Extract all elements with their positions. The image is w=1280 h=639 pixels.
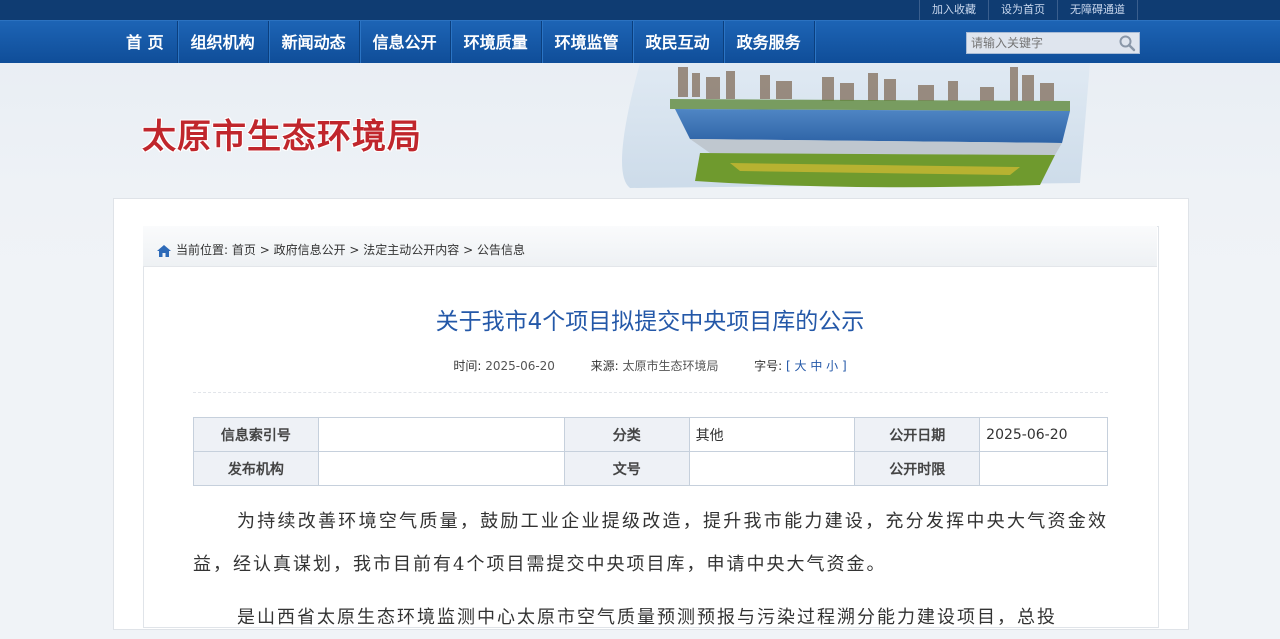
nav-item-news[interactable]: 新闻动态 [269, 21, 360, 64]
set-homepage-link[interactable]: 设为首页 [988, 0, 1057, 20]
breadcrumb-text: 当前位置: 首页 > 政府信息公开 > 法定主动公开内容 > 公告信息 [176, 241, 525, 258]
article-title: 关于我市4个项目拟提交中央项目库的公示 [435, 309, 865, 335]
category-value: 其他 [688, 417, 856, 452]
org-value [317, 451, 565, 486]
accessible-channel-link[interactable]: 无障碍通道 [1057, 0, 1138, 20]
nav-list: 首 页 组织机构 新闻动态 信息公开 环境质量 环境监管 政民互动 政务服务 [113, 21, 815, 64]
period-value [979, 451, 1108, 486]
info-table: 信息索引号 分类 其他 公开日期 2025-06-20 发布机构 文号 公开时限 [193, 417, 1108, 486]
top-utility-bar: 加入收藏 设为首页 无障碍通道 [0, 0, 1280, 20]
article-meta: 时间: 2025-06-20 来源: 太原市生态环境局 字号: [ 大 中 小 … [143, 357, 1157, 374]
period-label: 公开时限 [854, 451, 981, 486]
nav-item-home[interactable]: 首 页 [113, 21, 178, 64]
breadcrumb-separator: > [345, 243, 364, 257]
search-icon[interactable] [1118, 34, 1136, 52]
nav-item-interaction[interactable]: 政民互动 [633, 21, 724, 64]
table-row: 信息索引号 分类 其他 公开日期 2025-06-20 [193, 417, 1108, 452]
publish-date-label: 公开日期 [854, 417, 981, 452]
index-label: 信息索引号 [193, 417, 319, 452]
breadcrumb-label: 当前位置: [176, 243, 229, 257]
category-label: 分类 [563, 417, 690, 452]
search-box [966, 32, 1140, 54]
utility-links: 加入收藏 设为首页 无障碍通道 [919, 0, 1138, 20]
table-row: 发布机构 文号 公开时限 [193, 451, 1108, 486]
main-nav: 首 页 组织机构 新闻动态 信息公开 环境质量 环境监管 政民互动 政务服务 [0, 20, 1280, 64]
doc-number-value [688, 451, 856, 486]
breadcrumb-item-statutory[interactable]: 法定主动公开内容 [363, 243, 459, 257]
nav-item-env-quality[interactable]: 环境质量 [451, 21, 542, 64]
font-size-label: 字号: [754, 359, 783, 373]
nav-item-info-disclosure[interactable]: 信息公开 [360, 21, 451, 64]
breadcrumb-item-home[interactable]: 首页 [232, 243, 256, 257]
search-input[interactable] [967, 33, 1115, 53]
publish-date-value: 2025-06-20 [979, 417, 1108, 452]
article-source: 太原市生态环境局 [622, 359, 719, 373]
nav-item-env-supervision[interactable]: 环境监管 [542, 21, 633, 64]
body-paragraph-2: 是山西省太原生态环境监测中心太原市空气质量预测预报与污染过程溯分能力建设项目，总… [237, 607, 1057, 628]
body-paragraph-1: 为持续改善环境空气质量，鼓励工业企业提级改造，提升我市能力建设，充分发挥中央大气… [193, 511, 1108, 575]
nav-item-services[interactable]: 政务服务 [724, 21, 815, 64]
breadcrumb-item-notices[interactable]: 公告信息 [477, 243, 525, 257]
org-label: 发布机构 [193, 451, 319, 486]
source-label: 来源: [590, 359, 619, 373]
index-value [317, 417, 565, 452]
breadcrumb-item-gov-info[interactable]: 政府信息公开 [274, 243, 346, 257]
nav-item-organization[interactable]: 组织机构 [178, 21, 269, 64]
publish-time: 2025-06-20 [485, 359, 555, 373]
city-scene-image [622, 63, 1090, 188]
breadcrumb-separator: > [255, 243, 274, 257]
site-title: 太原市生态环境局 [142, 117, 422, 157]
add-favorite-link[interactable]: 加入收藏 [919, 0, 988, 20]
breadcrumb-separator: > [459, 243, 477, 257]
time-label: 时间: [453, 359, 482, 373]
divider [193, 392, 1108, 393]
font-size-switcher[interactable]: [ 大 中 小 ] [786, 359, 847, 373]
home-icon [157, 242, 171, 257]
breadcrumb: 当前位置: 首页 > 政府信息公开 > 法定主动公开内容 > 公告信息 [143, 226, 1157, 267]
doc-number-label: 文号 [563, 451, 690, 486]
